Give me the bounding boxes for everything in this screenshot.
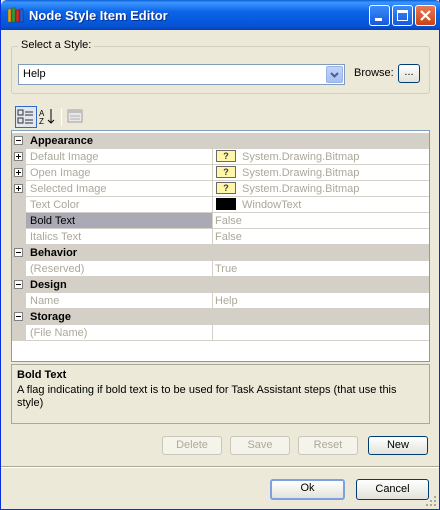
property-name: Text Color xyxy=(26,197,213,213)
property-row-open-image[interactable]: Open Image ? System.Drawing.Bitmap xyxy=(12,165,429,181)
description-title: Bold Text xyxy=(17,369,67,381)
property-row-italics-text[interactable]: Italics Text False xyxy=(12,229,429,245)
style-select[interactable]: Help xyxy=(18,64,345,85)
alphabetical-button[interactable]: A Z xyxy=(37,106,59,128)
maximize-button[interactable] xyxy=(392,5,413,26)
categorized-icon xyxy=(17,109,33,124)
description-text: A flag indicating if bold text is to be … xyxy=(17,384,397,409)
reset-button[interactable]: Reset xyxy=(298,436,358,455)
property-value[interactable]: ? System.Drawing.Bitmap xyxy=(213,181,429,197)
property-name: Default Image xyxy=(26,149,213,165)
categorized-button[interactable] xyxy=(15,106,37,128)
property-value[interactable]: WindowText xyxy=(213,197,429,213)
new-button[interactable]: New xyxy=(368,436,428,455)
collapse-icon[interactable] xyxy=(14,136,23,145)
property-value[interactable]: False xyxy=(213,213,429,229)
close-icon xyxy=(420,10,431,21)
resize-grip-icon[interactable] xyxy=(425,495,437,507)
expand-icon[interactable] xyxy=(14,168,23,177)
ok-button[interactable]: Ok xyxy=(270,479,345,500)
collapse-icon[interactable] xyxy=(14,248,23,257)
property-row-default-image[interactable]: Default Image ? System.Drawing.Bitmap xyxy=(12,149,429,165)
property-value[interactable]: False xyxy=(213,229,429,245)
browse-button[interactable]: ... xyxy=(398,64,420,83)
node-style-item-editor-window: Node Style Item Editor Select a Style: H… xyxy=(0,0,440,510)
browse-label: Browse: xyxy=(354,67,394,79)
title-bar[interactable]: Node Style Item Editor xyxy=(1,0,440,30)
property-name: (Reserved) xyxy=(26,261,213,277)
color-swatch xyxy=(216,198,236,210)
chevron-down-icon xyxy=(330,72,339,78)
svg-text:Z: Z xyxy=(39,117,44,126)
minimize-icon xyxy=(375,18,382,21)
alphabetical-icon: A Z xyxy=(39,109,55,126)
bitmap-icon: ? xyxy=(216,166,236,178)
save-button[interactable]: Save xyxy=(230,436,290,455)
property-row-file-name[interactable]: (File Name) xyxy=(12,325,429,341)
property-description-pane: Bold Text A flag indicating if bold text… xyxy=(11,364,430,424)
footer-separator xyxy=(1,466,439,468)
toolbar-separator xyxy=(61,108,62,126)
category-appearance[interactable]: Appearance xyxy=(12,133,429,149)
property-name: Selected Image xyxy=(26,181,213,197)
expand-icon[interactable] xyxy=(14,184,23,193)
property-row-bold-text[interactable]: Bold Text False xyxy=(12,213,429,229)
property-name: (File Name) xyxy=(26,325,213,341)
property-name: Open Image xyxy=(26,165,213,181)
property-row-selected-image[interactable]: Selected Image ? System.Drawing.Bitmap xyxy=(12,181,429,197)
property-pages-icon xyxy=(67,109,83,123)
property-name: Name xyxy=(26,293,213,309)
expand-icon[interactable] xyxy=(14,152,23,161)
books-icon xyxy=(7,7,24,23)
delete-button[interactable]: Delete xyxy=(162,436,222,455)
property-name: Italics Text xyxy=(26,229,213,245)
property-row-name[interactable]: Name Help xyxy=(12,293,429,309)
property-value[interactable]: ? System.Drawing.Bitmap xyxy=(213,149,429,165)
bitmap-icon: ? xyxy=(216,182,236,194)
collapse-icon[interactable] xyxy=(14,312,23,321)
property-grid-toolbar: A Z xyxy=(11,104,430,130)
style-group-label: Select a Style: xyxy=(18,39,95,51)
property-name: Bold Text xyxy=(26,213,213,229)
property-value[interactable] xyxy=(213,325,429,341)
property-row-text-color[interactable]: Text Color WindowText xyxy=(12,197,429,213)
category-design[interactable]: Design xyxy=(12,277,429,293)
style-select-value: Help xyxy=(23,68,46,80)
dropdown-arrow-button[interactable] xyxy=(326,66,343,83)
cancel-button[interactable]: Cancel xyxy=(356,479,429,500)
category-behavior[interactable]: Behavior xyxy=(12,245,429,261)
collapse-icon[interactable] xyxy=(14,280,23,289)
bitmap-icon: ? xyxy=(216,150,236,162)
property-row-reserved[interactable]: (Reserved) True xyxy=(12,261,429,277)
maximize-icon xyxy=(397,10,408,21)
property-value[interactable]: Help xyxy=(213,293,429,309)
minimize-button[interactable] xyxy=(369,5,390,26)
window-title: Node Style Item Editor xyxy=(29,8,168,23)
property-grid[interactable]: Appearance Default Image ? System.Drawing… xyxy=(11,130,430,362)
property-value[interactable]: ? System.Drawing.Bitmap xyxy=(213,165,429,181)
property-pages-button[interactable] xyxy=(65,106,87,128)
category-storage[interactable]: Storage xyxy=(12,309,429,325)
close-button[interactable] xyxy=(415,5,436,26)
property-value[interactable]: True xyxy=(213,261,429,277)
